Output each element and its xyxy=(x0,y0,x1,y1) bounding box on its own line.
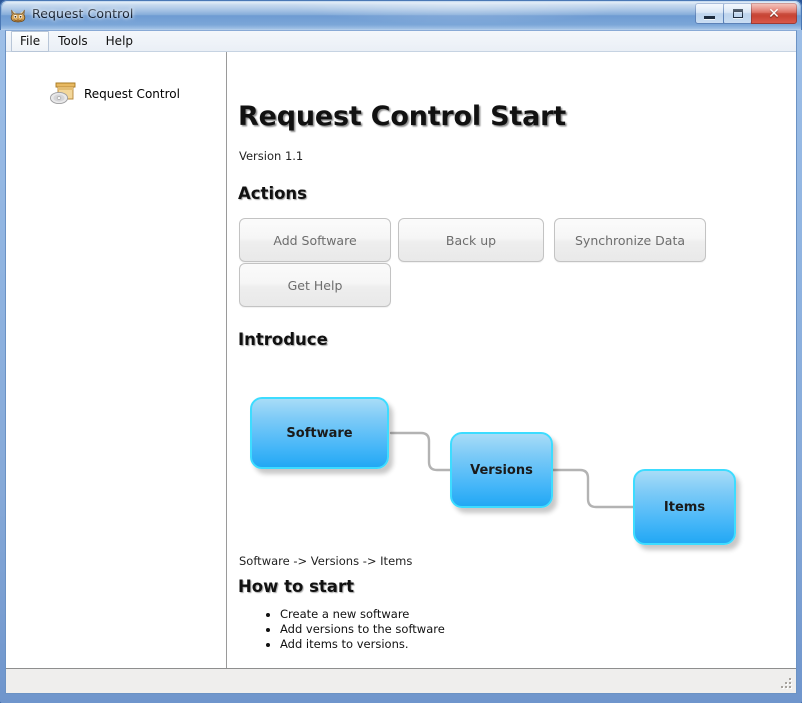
diagram-node-versions[interactable]: Versions xyxy=(450,432,553,508)
package-disc-icon xyxy=(49,82,76,105)
title-bar-sheen xyxy=(291,3,631,25)
how-to-start-list: Create a new software Add versions to th… xyxy=(262,607,445,652)
flow-diagram: Software Versions Items xyxy=(228,352,796,552)
cat-face-icon xyxy=(10,9,26,23)
status-bar xyxy=(6,668,796,693)
page-title: Request Control Start xyxy=(238,101,566,132)
menu-bar: File Tools Help xyxy=(6,31,796,52)
window-controls: ✕ xyxy=(695,3,797,25)
window-title: Request Control xyxy=(32,6,134,21)
application-window: Request Control ✕ File Tools Help Reques… xyxy=(0,0,802,703)
navigation-tree-panel: Request Control xyxy=(6,52,227,668)
minimize-button[interactable] xyxy=(695,3,724,24)
actions-heading: Actions xyxy=(238,184,307,203)
content-panel: Request Control Start Version 1.1 Action… xyxy=(228,52,796,668)
diagram-node-items[interactable]: Items xyxy=(633,469,736,545)
maximize-button[interactable] xyxy=(723,3,752,24)
maximize-icon xyxy=(732,9,743,18)
how-to-start-heading: How to start xyxy=(238,577,354,596)
get-help-button[interactable]: Get Help xyxy=(239,263,391,307)
client-area: File Tools Help Request Control Request … xyxy=(5,30,797,694)
resize-grip-icon[interactable] xyxy=(780,678,793,691)
introduce-heading: Introduce xyxy=(238,330,328,349)
close-icon: ✕ xyxy=(768,5,780,22)
version-label: Version 1.1 xyxy=(239,149,304,163)
list-item: Add versions to the software xyxy=(280,622,445,637)
title-bar[interactable]: Request Control ✕ xyxy=(0,0,802,30)
menu-item-tools[interactable]: Tools xyxy=(49,31,97,52)
flow-text: Software -> Versions -> Items xyxy=(239,554,413,568)
synchronize-data-button[interactable]: Synchronize Data xyxy=(554,218,706,262)
menu-item-file[interactable]: File xyxy=(11,31,50,52)
minimize-icon xyxy=(704,15,715,19)
list-item: Add items to versions. xyxy=(280,637,445,652)
list-item: Create a new software xyxy=(280,607,445,622)
back-up-button[interactable]: Back up xyxy=(398,218,544,262)
add-software-button[interactable]: Add Software xyxy=(239,218,391,262)
tree-item-request-control[interactable]: Request Control xyxy=(48,80,180,108)
tree-item-label: Request Control xyxy=(84,87,180,101)
menu-item-help[interactable]: Help xyxy=(97,31,142,52)
diagram-node-software[interactable]: Software xyxy=(250,397,389,469)
close-button[interactable]: ✕ xyxy=(751,3,797,24)
